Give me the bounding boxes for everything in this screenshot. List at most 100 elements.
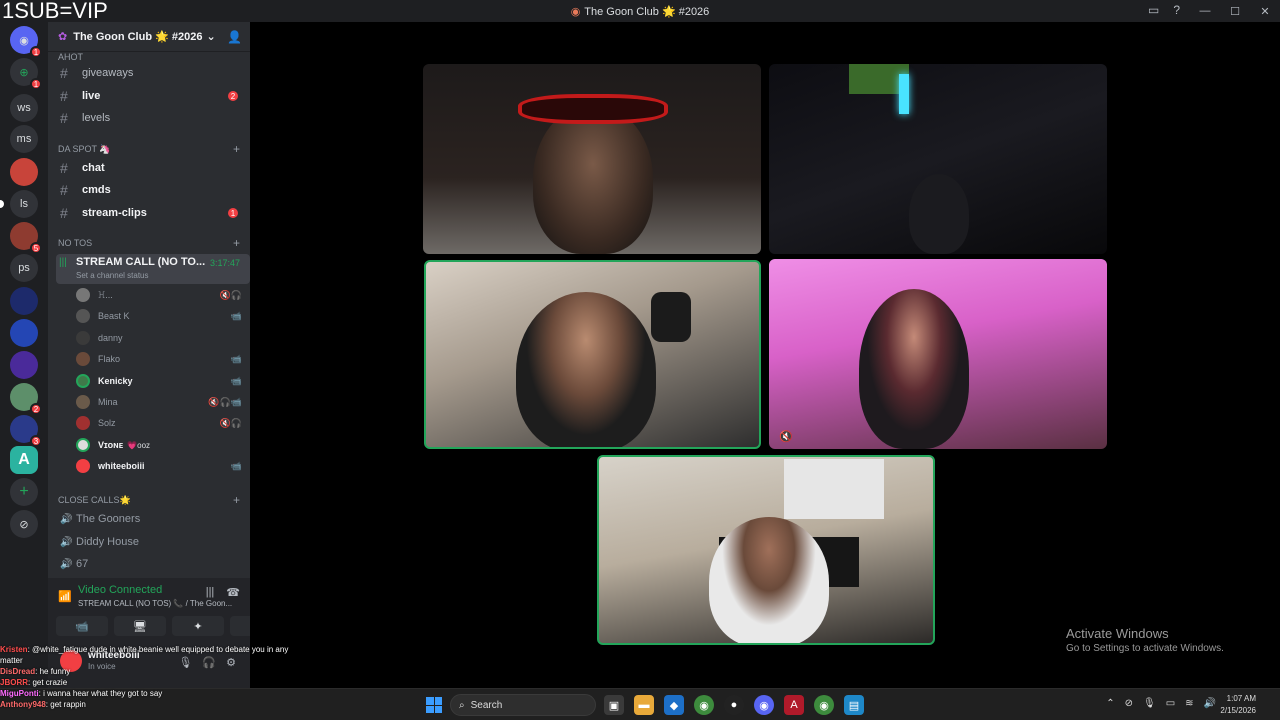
participant-video	[859, 289, 969, 449]
volume-icon[interactable]: 🔊	[1204, 698, 1216, 709]
server-header[interactable]: ✿ The Goon Club 🌟 #2026 ⌄ 👤	[48, 22, 250, 52]
photos-icon[interactable]: ▤	[844, 695, 864, 715]
chat-text: : get crazie	[28, 678, 68, 687]
voice-channel[interactable]: 🔊 The Gooners	[56, 509, 242, 529]
wifi-icon[interactable]: ≋	[1185, 698, 1193, 709]
avatar	[76, 459, 90, 473]
discover-button[interactable]: ⊘	[10, 510, 38, 538]
file-explorer-icon[interactable]: ▬	[634, 695, 654, 715]
chat-username: Kristen	[0, 645, 28, 654]
server-icon[interactable]	[10, 158, 38, 186]
server-icon[interactable]: 5	[10, 222, 42, 254]
help-icon[interactable]: ?	[1173, 3, 1180, 17]
participant-video	[909, 174, 969, 254]
discord-icon[interactable]: ◉	[754, 695, 774, 715]
voice-connected-channel[interactable]: STREAM CALL (NO TOS) 📞 / The Goon...	[78, 599, 232, 608]
chevron-up-icon[interactable]: ⌃	[1106, 698, 1114, 709]
chrome-icon[interactable]: ◉	[694, 695, 714, 715]
server-icon[interactable]: A	[10, 446, 38, 474]
voice-member[interactable]: Vɪᴏɴᴇ 💗ooz	[76, 436, 242, 454]
channel-live[interactable]: # live 2	[56, 86, 242, 106]
voice-member[interactable]: Mina 🔇🎧📹	[76, 393, 242, 411]
search-icon: ⌕	[459, 699, 465, 711]
video-tile-speaking[interactable]	[424, 260, 761, 449]
channel-stream-clips[interactable]: # stream-clips 1	[56, 203, 242, 223]
voice-member[interactable]: whiteeboiii 📹	[76, 457, 242, 475]
chat-text: : i wanna hear what they got to say	[38, 689, 163, 698]
server-icon[interactable]: ps	[10, 254, 38, 282]
chevron-down-icon: ⌄	[206, 31, 216, 43]
video-tile[interactable]	[423, 64, 761, 254]
activate-title: Activate Windows	[1066, 626, 1169, 641]
server-icon[interactable]: ms	[10, 125, 38, 153]
voice-member[interactable]: Beast K 📹	[76, 307, 242, 325]
noise-suppression-icon[interactable]: |||	[206, 586, 215, 599]
voice-member[interactable]: danny	[76, 329, 242, 347]
server-icon[interactable]: 3	[10, 415, 42, 447]
acrobat-icon[interactable]: A	[784, 695, 804, 715]
add-server-button[interactable]: +	[10, 478, 38, 506]
video-tile[interactable]: 🔇	[769, 259, 1107, 449]
avatar	[76, 331, 90, 345]
member-name: Flako	[98, 354, 121, 364]
category-header[interactable]: AHOT	[58, 50, 240, 64]
invite-icon[interactable]: 👤	[227, 30, 242, 44]
inbox-icon[interactable]: ▭	[1148, 3, 1159, 17]
taskbar-clock[interactable]: 1:07 AM 2/15/2026	[1220, 693, 1256, 717]
chrome-icon[interactable]: ◉	[814, 695, 834, 715]
voice-member[interactable]: Flako 📹	[76, 350, 242, 368]
server-icon[interactable]: ws	[10, 94, 38, 122]
voice-channel-stream-call[interactable]: ||| STREAM CALL (NO TO... 3:17:47 Set a …	[56, 254, 250, 284]
channel-label: levels	[82, 112, 111, 124]
voice-channel[interactable]: 🔊 Diddy House	[56, 532, 242, 552]
task-view-icon[interactable]: ▣	[604, 695, 624, 715]
start-button[interactable]	[426, 697, 442, 713]
taskbar-search[interactable]: ⌕ Search	[450, 694, 596, 716]
hash-icon: #	[60, 182, 68, 198]
camera-button[interactable]: 📹	[56, 616, 108, 636]
voice-channel[interactable]: 🔊 67	[56, 554, 242, 574]
minimize-button[interactable]: —	[1190, 0, 1220, 22]
store-icon[interactable]: ◆	[664, 695, 684, 715]
member-name: Mina	[98, 397, 118, 407]
display-icon[interactable]: ▭	[1166, 698, 1175, 709]
plus-icon[interactable]: +	[233, 493, 240, 507]
category-header[interactable]: CLOSE CALLS🌟 +	[58, 493, 240, 507]
plus-icon[interactable]: +	[233, 236, 240, 250]
channel-giveaways[interactable]: # giveaways	[56, 63, 242, 83]
channel-levels[interactable]: # levels	[56, 108, 242, 128]
server-icon[interactable]: ⊕ 1	[10, 58, 42, 90]
maximize-button[interactable]: ☐	[1220, 0, 1250, 22]
app-icon[interactable]: ●	[724, 695, 744, 715]
mention-badge: 2	[228, 91, 238, 101]
chat-text: : get rappin	[45, 700, 86, 709]
activities-button[interactable]: ✦	[172, 616, 224, 636]
voice-member[interactable]: Kenicky 📹	[76, 372, 242, 390]
server-icon[interactable]	[10, 319, 38, 347]
category-label: NO TOS	[58, 238, 93, 248]
category-header[interactable]: DA SPOT 🦄 +	[58, 142, 240, 156]
video-tile[interactable]	[769, 64, 1107, 254]
voice-member[interactable]: ꖾ... 🔇🎧	[76, 286, 242, 304]
channel-chat[interactable]: # chat	[56, 158, 242, 178]
home-button[interactable]: ◉ 1	[10, 26, 42, 58]
server-icon[interactable]	[10, 351, 38, 379]
member-name: Beast K	[98, 311, 130, 321]
channel-cmds[interactable]: # cmds	[56, 180, 242, 200]
network-icon[interactable]: ⊘	[1125, 698, 1133, 709]
microphone-icon[interactable]: 🎙	[1143, 698, 1156, 709]
chat-line: Kristen: @white_fatigue dude in white be…	[0, 644, 288, 655]
close-button[interactable]: ✕	[1250, 0, 1280, 22]
server-icon[interactable]: ls	[10, 190, 38, 218]
member-status-icons: 📹	[230, 353, 242, 364]
channel-sidebar: ✿ The Goon Club 🌟 #2026 ⌄ 👤 AHOT # giveaw…	[48, 22, 282, 688]
server-icon[interactable]: 2	[10, 383, 42, 415]
screen-share-button[interactable]: 🖥	[114, 616, 166, 636]
category-header[interactable]: NO TOS +	[58, 236, 240, 250]
server-icon[interactable]	[10, 287, 38, 315]
voice-member[interactable]: Solz 🔇🎧	[76, 414, 242, 432]
disconnect-icon[interactable]: ☎	[226, 586, 240, 599]
plus-icon[interactable]: +	[233, 142, 240, 156]
video-tile-speaking[interactable]	[597, 455, 935, 645]
channel-status[interactable]: Set a channel status	[76, 271, 149, 280]
